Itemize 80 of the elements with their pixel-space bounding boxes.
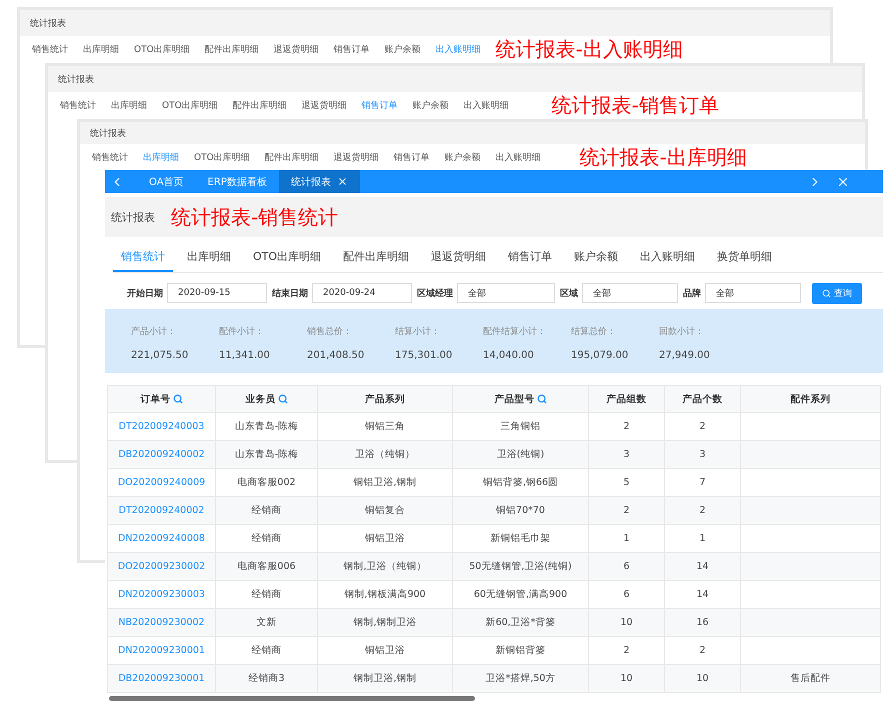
tab[interactable]: 销售订单 — [394, 150, 430, 164]
tab[interactable]: 出库明细 — [111, 98, 147, 112]
summary-value: 27,949.00 — [659, 350, 711, 362]
tab[interactable]: OTO出库明细 — [162, 98, 218, 112]
tab[interactable]: 账户余额 — [566, 243, 626, 272]
annotation-caption: 统计报表-销售订单 — [552, 94, 719, 116]
table-cell: 10 — [664, 664, 740, 693]
filter-label: 区域经理 — [417, 288, 453, 300]
table-cell: 经销商3 — [216, 664, 318, 693]
tab[interactable]: 退返货明细 — [334, 150, 379, 164]
table-cell: 卫浴*搭焊,50方 — [452, 664, 588, 693]
annotation-caption: 统计报表-出入账明细 — [496, 38, 683, 60]
column-header: 产品个数 — [664, 386, 740, 413]
summary-label: 产品小计： — [131, 326, 177, 338]
tab[interactable]: 配件出库明细 — [232, 98, 287, 112]
tab[interactable]: 销售订单 — [334, 42, 370, 56]
search-icon[interactable] — [536, 394, 546, 404]
summary-value: 175,301.00 — [395, 350, 454, 362]
nav-tab[interactable]: 统计报表 — [278, 170, 360, 193]
summary-value: 14,040.00 — [483, 350, 535, 362]
table-cell: 售后配件 — [740, 664, 880, 693]
tab[interactable]: 销售订单 — [500, 243, 560, 272]
column-header: 产品系列 — [318, 386, 452, 413]
tab[interactable]: 账户余额 — [444, 150, 481, 164]
filter-field[interactable]: 2020-09-15 — [167, 283, 267, 304]
search-icon[interactable] — [172, 394, 182, 404]
search-icon[interactable] — [278, 394, 288, 404]
column-header: 配件系列 — [740, 386, 880, 413]
page-title: 统计报表 — [111, 210, 155, 224]
tab[interactable]: 出入账明细 — [632, 243, 704, 272]
window-title: 统计报表 — [30, 18, 66, 30]
tab[interactable]: 配件出库明细 — [335, 243, 418, 272]
tab[interactable]: 退返货明细 — [423, 243, 494, 272]
tab[interactable]: 配件出库明细 — [204, 42, 259, 56]
tab[interactable]: 销售统计 — [92, 150, 128, 164]
filter-label: 开始日期 — [127, 288, 163, 300]
filter-field[interactable]: 全部 — [582, 283, 678, 304]
filter-field[interactable]: 2020-09-24 — [312, 283, 412, 304]
column-header: 订单号 — [108, 386, 216, 413]
column-header: 业务员 — [216, 386, 318, 413]
summary-label: 回款小计： — [659, 326, 705, 338]
table-cell: 钢制卫浴,钢制 — [318, 664, 452, 693]
tab[interactable]: 出库明细 — [83, 42, 119, 56]
summary-value: 201,408.50 — [307, 350, 366, 362]
column-header: 产品型号 — [452, 386, 588, 413]
tab[interactable]: 退返货明细 — [302, 98, 347, 112]
tab[interactable]: 配件出库明细 — [264, 150, 319, 164]
close-icon[interactable] — [336, 176, 348, 187]
summary-value: 11,341.00 — [219, 350, 271, 362]
window-title: 统计报表 — [58, 74, 94, 86]
filter-label: 区域 — [560, 288, 578, 300]
summary-value: 221,075.50 — [131, 350, 190, 362]
tab[interactable]: 换货单明细 — [709, 243, 780, 272]
filter-label: 结束日期 — [272, 287, 308, 300]
summary-value: 195,079.00 — [571, 350, 630, 362]
tab[interactable]: 销售统计 — [60, 98, 96, 112]
tab[interactable]: OTO出库明细 — [245, 243, 330, 272]
filter-label: 品牌 — [683, 288, 701, 300]
tab[interactable]: 账户余额 — [384, 42, 421, 56]
tab[interactable]: 销售统计 — [32, 42, 68, 56]
tab[interactable]: 出入账明细 — [464, 98, 509, 112]
tab[interactable]: OTO出库明细 — [134, 42, 190, 56]
filter-field[interactable]: 全部 — [457, 283, 555, 304]
table-cell: 10 — [588, 664, 664, 693]
tab[interactable]: 出入账明细 — [496, 150, 541, 164]
annotation-caption: 统计报表-销售统计 — [171, 206, 338, 228]
summary-label: 结算小计： — [395, 326, 441, 338]
tab[interactable]: 出库明细 — [179, 243, 239, 272]
summary-label: 结算总价： — [571, 326, 617, 338]
filter-field[interactable]: 全部 — [705, 283, 801, 304]
summary-label: 配件结算小计： — [483, 326, 547, 338]
tab[interactable]: 账户余额 — [412, 98, 449, 112]
summary-label: 销售总价： — [307, 326, 353, 338]
search-icon — [822, 288, 831, 298]
window-title: 统计报表 — [90, 128, 126, 140]
tab[interactable]: 退返货明细 — [274, 42, 319, 56]
summary-label: 配件小计： — [219, 326, 265, 338]
tab[interactable]: OTO出库明细 — [194, 150, 250, 164]
column-header: 产品组数 — [588, 386, 664, 413]
annotation-caption: 统计报表-出库明细 — [580, 146, 747, 168]
